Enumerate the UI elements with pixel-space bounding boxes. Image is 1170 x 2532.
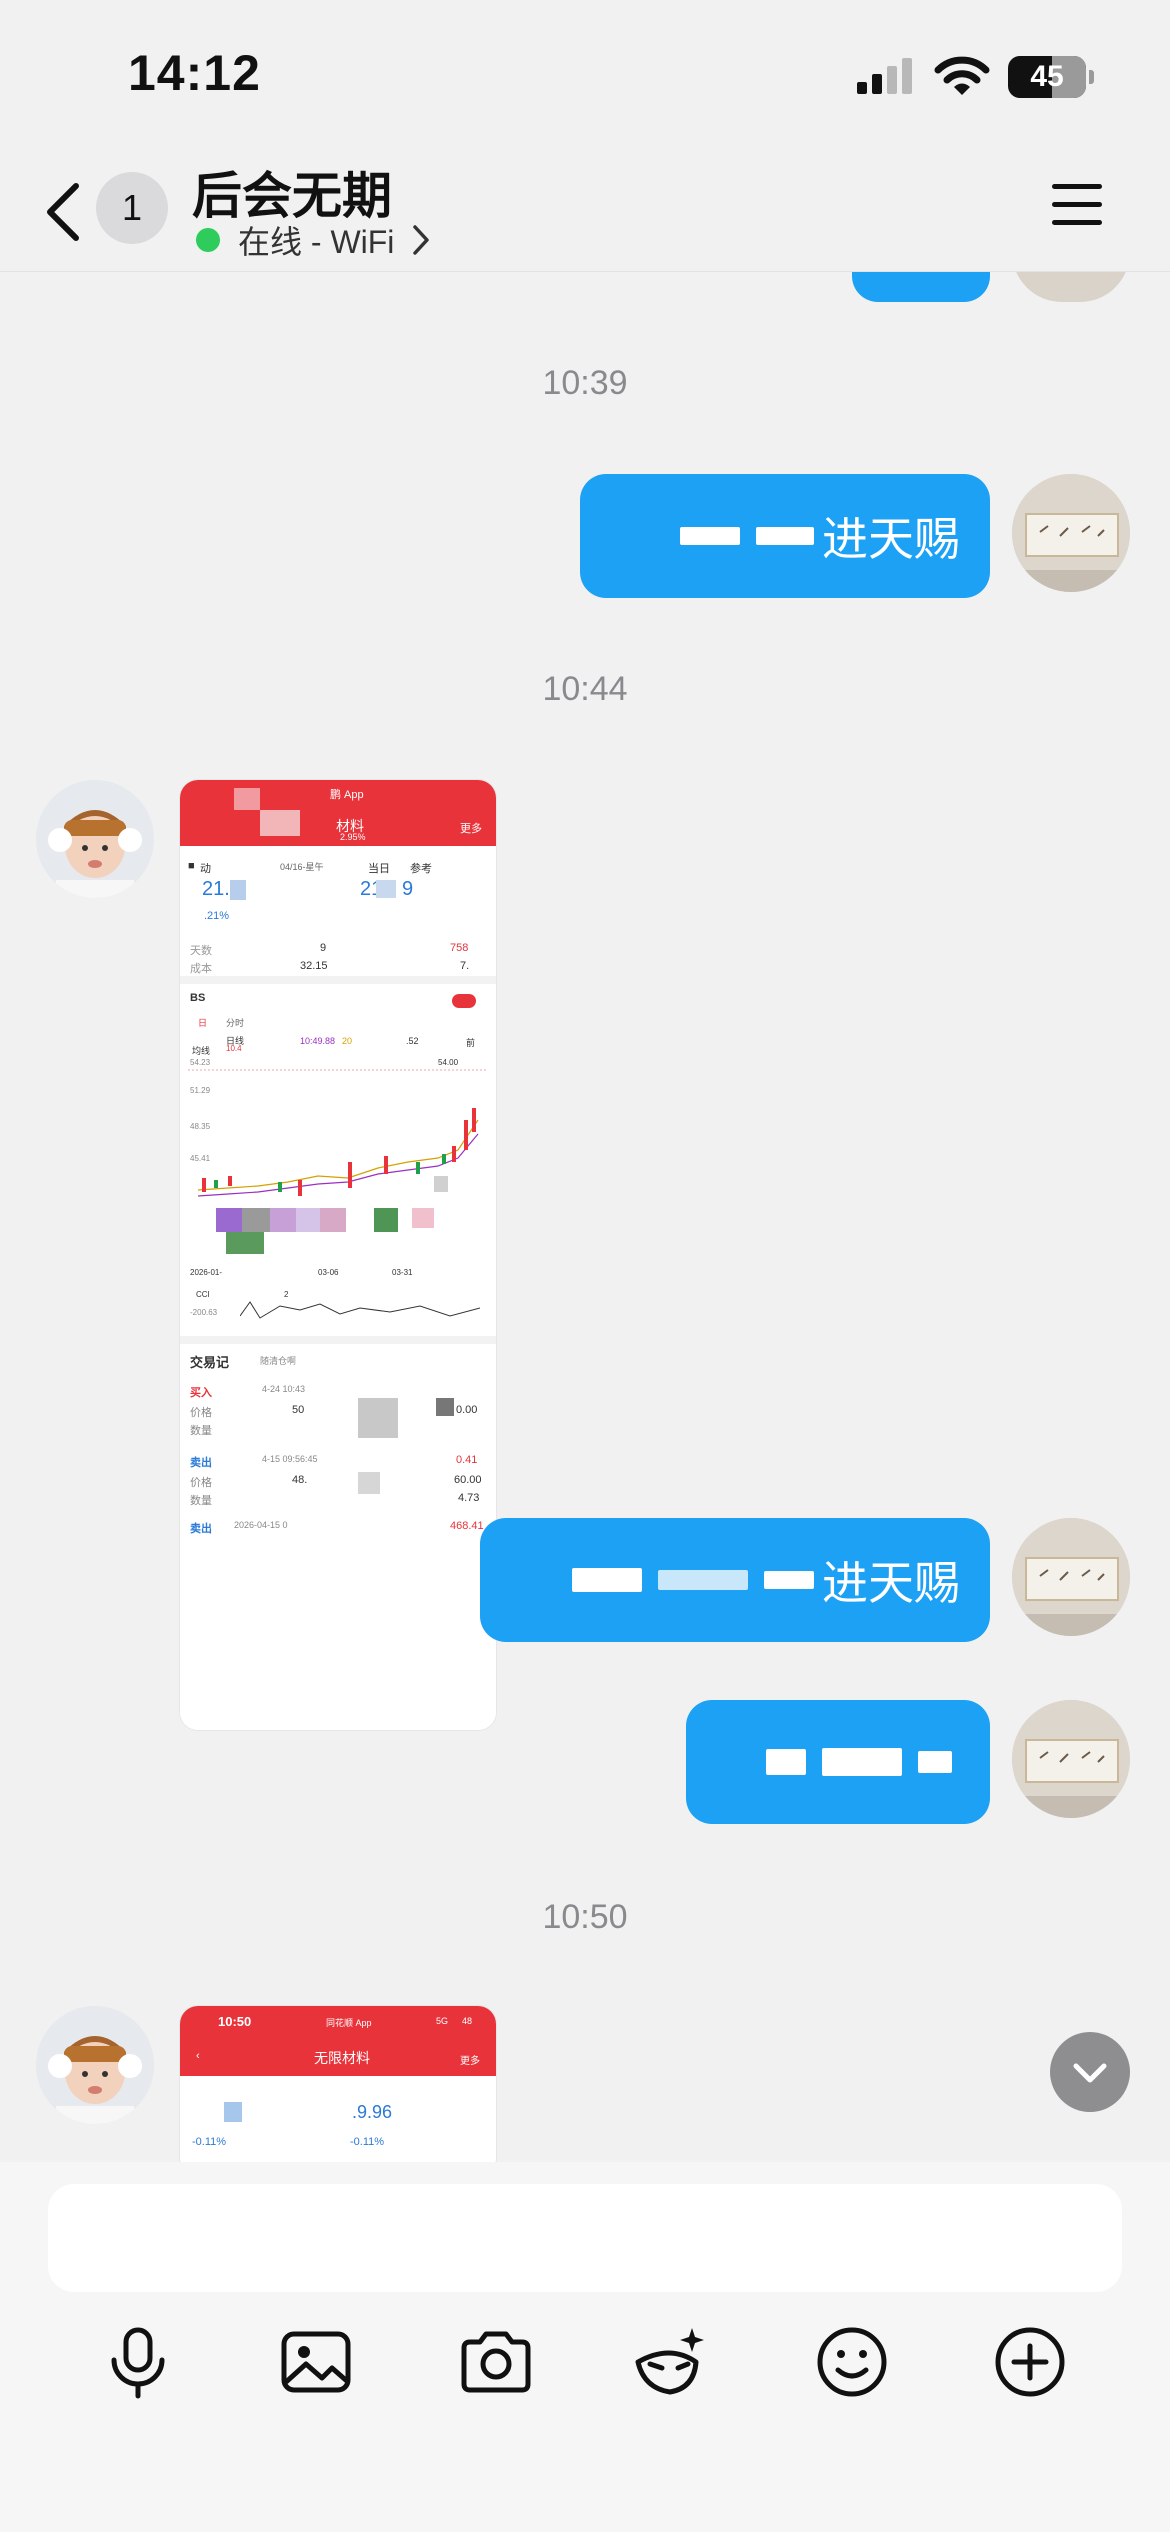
message-list[interactable]: 10:39 进天赐 10:44 鹏 App 材料 2.95% 更多 ■ 动 04… xyxy=(0,272,1170,2162)
redaction-mark xyxy=(658,1570,748,1590)
battery-indicator: 45 xyxy=(1008,56,1094,98)
outgoing-message[interactable]: 进天赐 xyxy=(480,1518,990,1642)
image-icon[interactable] xyxy=(276,2322,356,2402)
redaction-mark xyxy=(572,1568,642,1592)
timestamp: 10:44 xyxy=(542,670,628,708)
avatar-self[interactable] xyxy=(1012,474,1130,592)
plus-icon[interactable] xyxy=(990,2322,1070,2402)
microphone-icon[interactable] xyxy=(98,2322,178,2402)
image-message-screenshot[interactable]: 10:50 同花顺 App 5G 48 ‹ 无限材料 更多 .9.96 -0.1… xyxy=(180,2006,496,2162)
image-message-screenshot[interactable]: 鹏 App ◀ 材料 2.95% 更多 ■ 动 04/16-星午 当日 参考 2… xyxy=(180,780,496,1730)
emoji-icon[interactable] xyxy=(812,2322,892,2402)
status-time: 14:12 xyxy=(128,45,261,101)
cellular-signal-icon xyxy=(857,58,912,94)
status-bar: 14:12 45 xyxy=(0,0,1170,150)
presence-text: 在线 - WiFi xyxy=(238,224,395,260)
message-text: 进天赐 xyxy=(822,513,960,565)
avatar-self-partial[interactable] xyxy=(1012,272,1130,302)
scroll-to-bottom-button[interactable] xyxy=(1050,2032,1130,2112)
avatar-self[interactable] xyxy=(1012,1700,1130,1818)
redaction-mark xyxy=(764,1571,814,1589)
online-dot-icon xyxy=(196,228,220,252)
redaction-mark xyxy=(918,1751,952,1773)
redaction-mark xyxy=(680,527,740,545)
sticker-icon[interactable] xyxy=(630,2322,710,2402)
camera-icon[interactable] xyxy=(456,2322,536,2402)
chat-header: 1 后会无期 在线 - WiFi xyxy=(0,150,1170,272)
message-input[interactable] xyxy=(48,2184,1122,2292)
outgoing-message[interactable] xyxy=(686,1700,990,1824)
wifi-icon xyxy=(934,56,990,95)
redaction-mark xyxy=(756,527,814,545)
avatar-contact[interactable] xyxy=(36,780,154,898)
avatar-contact[interactable] xyxy=(36,2006,154,2124)
back-chevron-icon[interactable] xyxy=(40,180,84,244)
unread-count-badge[interactable]: 1 xyxy=(96,172,168,244)
timestamp: 10:39 xyxy=(542,364,628,402)
timestamp: 10:50 xyxy=(542,1898,628,1936)
kline-chart xyxy=(188,1069,488,1197)
chevron-down-icon xyxy=(1073,2063,1107,2083)
message-bubble-partial[interactable] xyxy=(852,272,990,302)
chevron-right-icon xyxy=(413,225,430,255)
presence-status[interactable]: 在线 - WiFi xyxy=(196,220,432,260)
message-text: 进天赐 xyxy=(822,1557,960,1609)
redaction-mark xyxy=(766,1749,806,1775)
redaction-mark xyxy=(822,1748,902,1776)
composer xyxy=(0,2162,1170,2532)
menu-icon[interactable] xyxy=(1050,180,1104,228)
avatar-self[interactable] xyxy=(1012,1518,1130,1636)
outgoing-message[interactable]: 进天赐 xyxy=(580,474,990,598)
